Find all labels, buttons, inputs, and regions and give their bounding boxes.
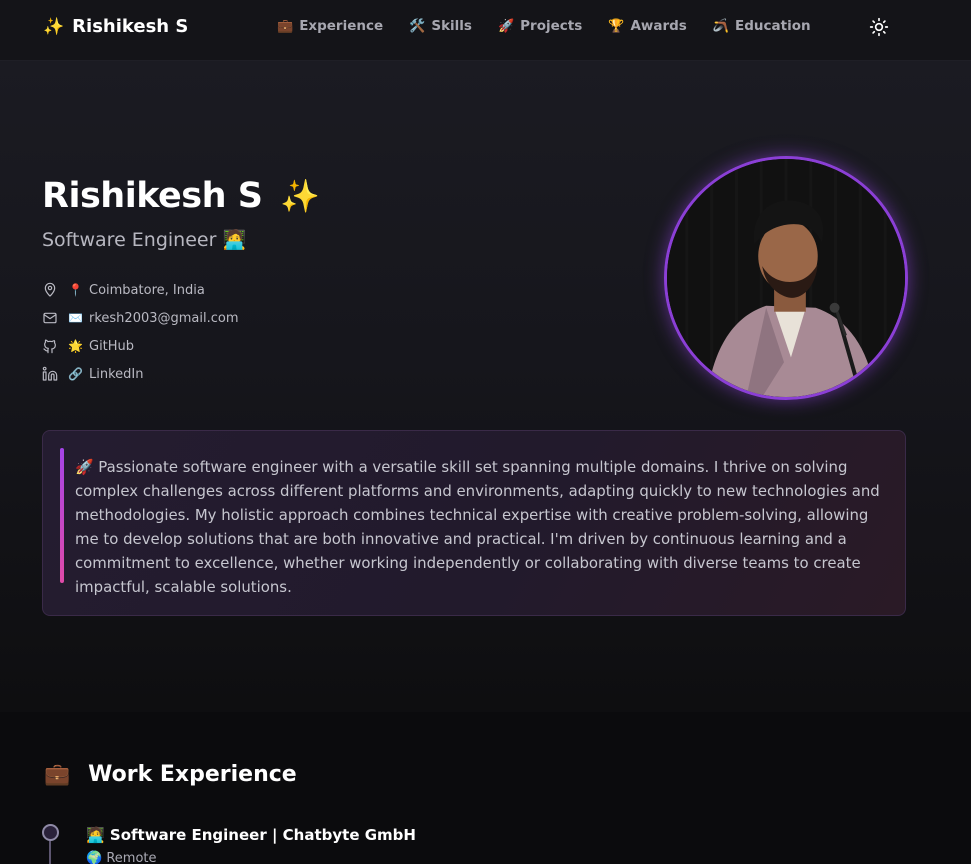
brand-name: Rishikesh S <box>72 16 189 37</box>
nav-projects-label: Projects <box>520 18 583 34</box>
envelope-icon: ✉️ <box>68 311 83 325</box>
github-icon <box>43 339 56 354</box>
sparkles-icon: ✨ <box>43 16 65 37</box>
nav-awards[interactable]: 🏆 Awards <box>608 18 687 34</box>
timeline-dot <box>42 824 59 841</box>
nav-skills-label: Skills <box>431 18 472 34</box>
contact-linkedin[interactable]: 🔗 LinkedIn <box>42 360 239 388</box>
hero-role-text: Software Engineer <box>42 229 217 251</box>
tools-icon: 🛠️ <box>409 18 426 34</box>
profile-avatar <box>664 156 908 400</box>
link-icon: 🔗 <box>68 367 83 381</box>
timeline-line <box>49 841 51 864</box>
nav-education[interactable]: 🪃 Education <box>713 18 811 34</box>
map-pin-icon <box>44 282 56 297</box>
contact-github[interactable]: 🌟 GitHub <box>42 332 239 360</box>
linkedin-icon <box>42 366 58 381</box>
hero-name: Rishikesh S ✨ <box>42 176 320 216</box>
brand-logo[interactable]: ✨ Rishikesh S <box>43 16 188 37</box>
contact-location-text: Coimbatore, India <box>89 282 205 298</box>
top-navbar: ✨ Rishikesh S 💼 Experience 🛠️ Skills 🚀 P… <box>0 0 971 61</box>
sun-icon <box>869 17 889 37</box>
hero-role: Software Engineer 🧑‍💻 <box>42 228 246 251</box>
boomerang-icon: 🪃 <box>712 18 730 34</box>
profile-photo <box>667 159 905 397</box>
job-location-text: Remote <box>106 851 157 864</box>
contact-email-link[interactable]: rkesh2003@gmail.com <box>89 311 239 326</box>
rocket-icon: 🚀 <box>497 18 515 34</box>
sparkles-icon: ✨ <box>280 177 320 215</box>
theme-toggle-button[interactable] <box>867 15 891 39</box>
job-location: 🌍 Remote <box>86 851 157 864</box>
nav-experience-label: Experience <box>299 18 384 34</box>
nav-awards-label: Awards <box>630 18 687 34</box>
round-pushpin-icon: 📍 <box>68 283 83 297</box>
main-nav: 💼 Experience 🛠️ Skills 🚀 Projects 🏆 Awar… <box>277 18 837 34</box>
globe-icon: 🌍 <box>86 851 103 864</box>
technologist-icon: 🧑‍💻 <box>86 826 105 844</box>
briefcase-icon: 💼 <box>44 762 71 786</box>
about-card: 🚀 Passionate software engineer with a ve… <box>42 430 906 616</box>
nav-experience[interactable]: 💼 Experience <box>277 18 383 34</box>
technologist-icon: 🧑‍💻 <box>222 229 247 251</box>
contact-location: 📍 Coimbatore, India <box>42 276 239 304</box>
contact-list: 📍 Coimbatore, India ✉️ rkesh2003@gmail.c… <box>42 276 239 388</box>
accent-bar <box>60 448 64 583</box>
work-experience-heading: 💼 Work Experience <box>44 762 297 787</box>
glowing-star-icon: 🌟 <box>68 339 83 353</box>
about-text: 🚀 Passionate software engineer with a ve… <box>75 458 880 596</box>
nav-projects[interactable]: 🚀 Projects <box>498 18 582 34</box>
briefcase-icon: 💼 <box>277 18 294 34</box>
contact-linkedin-link[interactable]: LinkedIn <box>89 367 143 382</box>
trophy-icon: 🏆 <box>608 18 625 34</box>
nav-education-label: Education <box>735 18 811 34</box>
work-experience-title: Work Experience <box>88 762 297 787</box>
contact-github-link[interactable]: GitHub <box>89 339 134 354</box>
job-title-text: Software Engineer | Chatbyte GmbH <box>109 826 416 844</box>
job-title: 🧑‍💻 Software Engineer | Chatbyte GmbH <box>86 826 416 844</box>
hero-name-text: Rishikesh S <box>42 176 263 216</box>
nav-skills[interactable]: 🛠️ Skills <box>409 18 472 34</box>
mail-icon <box>43 312 57 324</box>
contact-email[interactable]: ✉️ rkesh2003@gmail.com <box>42 304 239 332</box>
